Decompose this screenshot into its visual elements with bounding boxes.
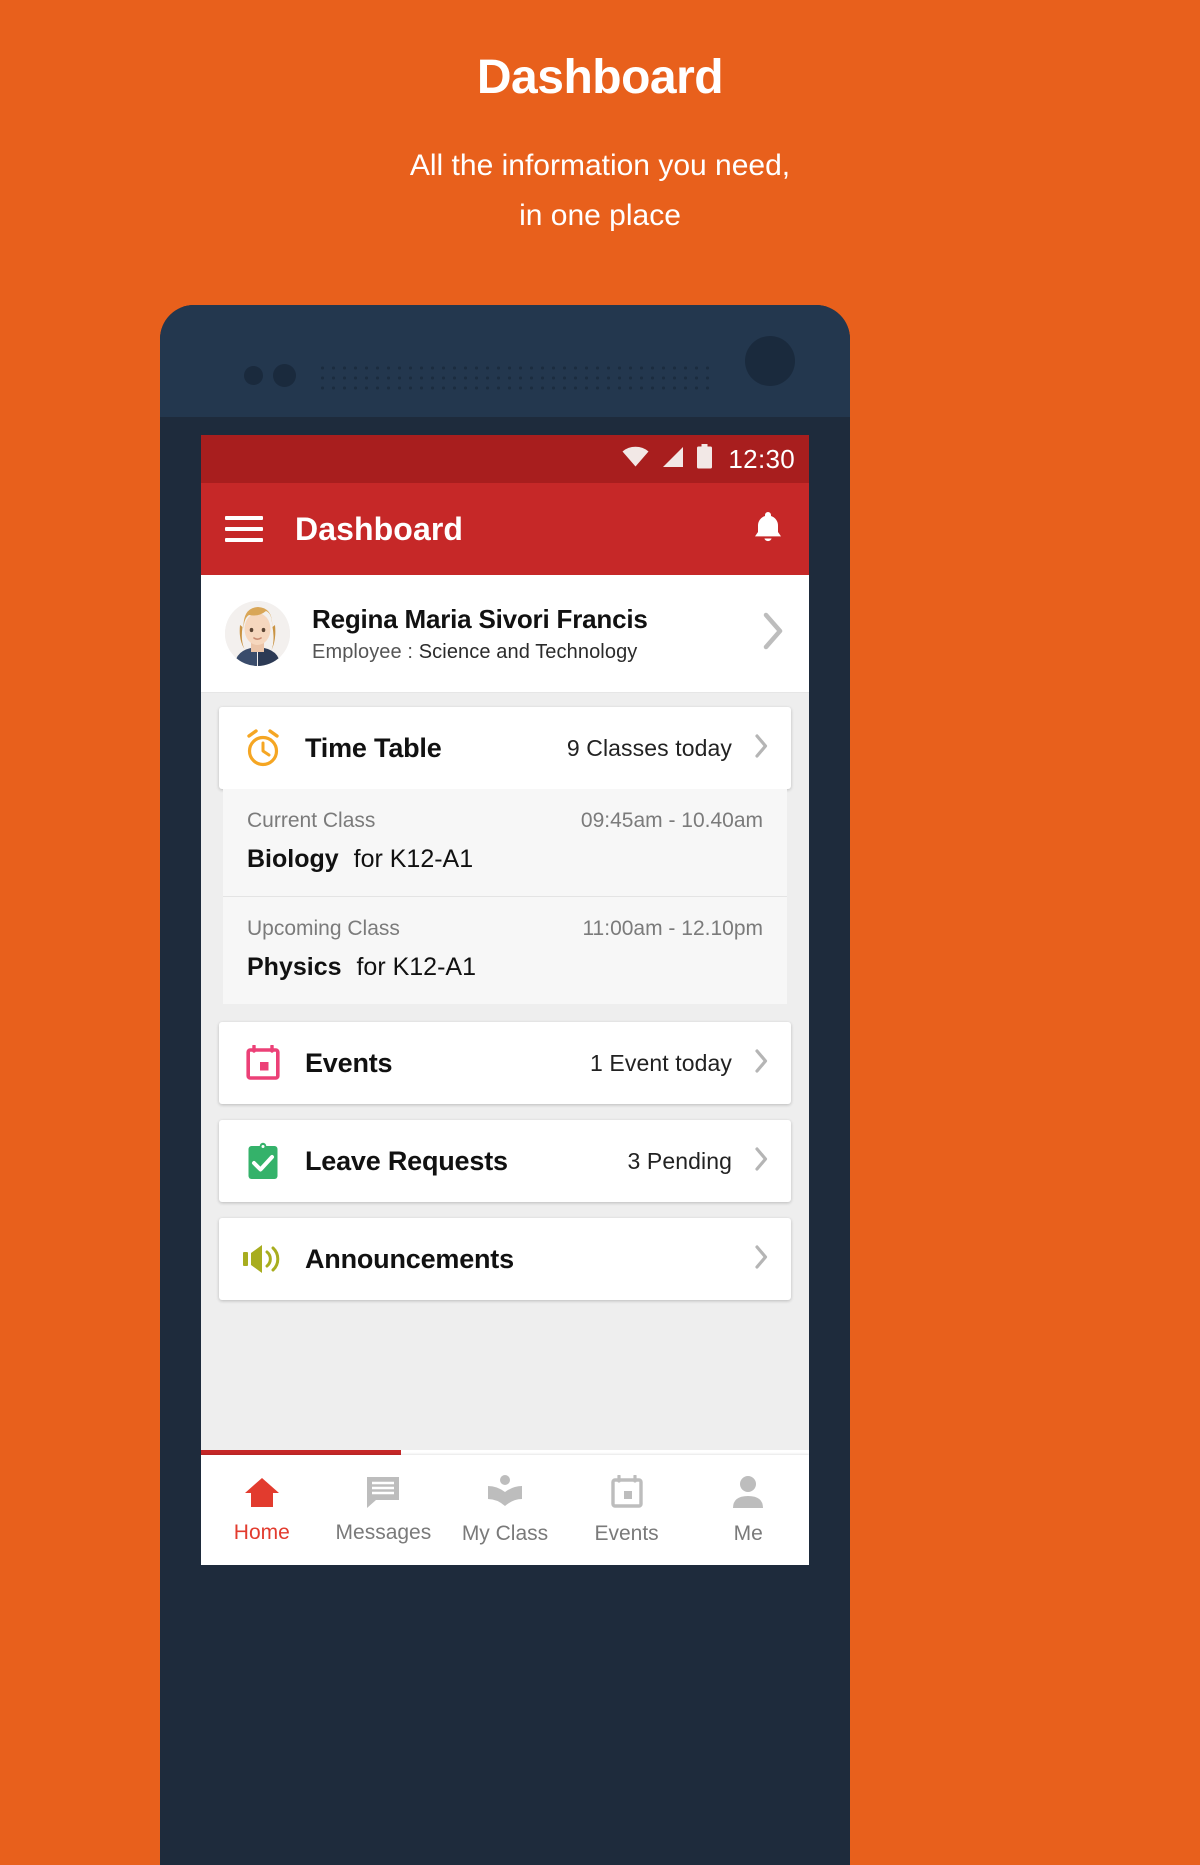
calendar-icon — [610, 1473, 643, 1514]
profile-department: Science and Technology — [418, 641, 638, 664]
promo-subtitle-line-2: in one place — [519, 199, 681, 233]
nav-item-messages[interactable]: Messages — [323, 1455, 445, 1565]
front-camera-small-icon — [273, 364, 296, 387]
card-leave-requests[interactable]: Leave Requests 3 Pending — [219, 1120, 791, 1202]
app-bar-title: Dashboard — [295, 510, 464, 547]
profile-role: Employee : Science and Technology — [312, 641, 753, 664]
bell-icon[interactable] — [751, 509, 785, 550]
profile-name: Regina Maria Sivori Francis — [312, 603, 648, 634]
nav-item-home-label: Home — [233, 1520, 290, 1544]
promo-title: Dashboard — [476, 51, 724, 104]
profile-role-label: Employee : — [312, 641, 414, 664]
card-leave-requests-label: Leave Requests — [305, 1145, 508, 1176]
promo-header: Dashboard All the information you need, … — [0, 0, 1200, 242]
megaphone-icon — [241, 1243, 285, 1275]
timetable-class: for K12-A1 — [353, 845, 474, 873]
message-icon — [366, 1476, 400, 1513]
nav-item-home[interactable]: Home — [201, 1455, 323, 1565]
timetable-time: 11:00am - 12.10pm — [582, 917, 763, 940]
clipboard-check-icon — [241, 1142, 285, 1180]
app-bar: Dashboard — [201, 483, 809, 575]
avatar — [225, 601, 290, 666]
hamburger-menu-icon[interactable] — [225, 516, 263, 542]
timetable-subject: Physics — [247, 953, 342, 981]
status-bar: 12:30 — [201, 435, 809, 483]
timetable-row-header: Current Class 09:45am - 10.40am — [247, 809, 763, 833]
phone-mockup: 12:30 Dashboard Regina Maria Sivori Fran… — [160, 305, 850, 1865]
speaker-grille — [317, 363, 712, 393]
battery-icon — [696, 444, 713, 474]
person-icon — [732, 1475, 764, 1514]
card-announcements-label: Announcements — [305, 1243, 514, 1274]
card-events-meta: 1 Event today — [590, 1049, 732, 1076]
nav-item-events-label: Events — [594, 1521, 659, 1545]
card-events[interactable]: Events 1 Event today — [219, 1022, 791, 1104]
bottom-navigation: Home Messages My Class Events Me — [201, 1450, 809, 1565]
timetable-time: 09:45am - 10.40am — [580, 809, 763, 832]
book-icon — [487, 1474, 523, 1514]
chevron-right-icon[interactable] — [754, 1146, 769, 1177]
nav-item-messages-label: Messages — [335, 1520, 432, 1544]
chevron-right-icon[interactable] — [754, 733, 769, 764]
nav-item-events[interactable]: Events — [566, 1455, 688, 1565]
card-time-table-label: Time Table — [305, 732, 442, 763]
front-camera-icon — [745, 336, 795, 386]
timetable-detail-panel: Current Class 09:45am - 10.40am Biology … — [223, 789, 787, 1004]
nav-item-my-class[interactable]: My Class — [444, 1455, 566, 1565]
phone-top-bezel — [160, 305, 850, 417]
nav-item-me[interactable]: Me — [687, 1455, 809, 1565]
status-bar-time: 12:30 — [728, 443, 795, 474]
promo-subtitle: All the information you need, in one pla… — [0, 141, 1200, 242]
card-time-table-meta: 9 Classes today — [566, 734, 732, 761]
card-leave-requests-meta: 3 Pending — [627, 1147, 732, 1174]
profile-row[interactable]: Regina Maria Sivori Francis Employee : S… — [201, 575, 809, 693]
chevron-right-icon[interactable] — [763, 612, 785, 655]
nav-item-me-label: Me — [733, 1521, 763, 1545]
wifi-icon — [622, 446, 649, 472]
timetable-subject: Biology — [247, 845, 339, 873]
sensor-icon — [244, 366, 263, 385]
signal-icon — [660, 446, 685, 473]
timetable-row-upcoming[interactable]: Upcoming Class 11:00am - 12.10pm Physics… — [223, 896, 787, 1004]
nav-item-my-class-label: My Class — [461, 1521, 549, 1545]
card-time-table[interactable]: Time Table 9 Classes today — [219, 707, 791, 789]
calendar-icon — [241, 1045, 285, 1081]
timetable-subject-line: Physics for K12-A1 — [247, 953, 763, 982]
card-events-label: Events — [305, 1047, 393, 1078]
profile-text: Regina Maria Sivori Francis Employee : S… — [312, 603, 753, 665]
timetable-kind: Upcoming Class — [247, 917, 400, 940]
timetable-class: for K12-A1 — [356, 953, 476, 981]
timetable-row-current[interactable]: Current Class 09:45am - 10.40am Biology … — [223, 789, 787, 896]
timetable-row-header: Upcoming Class 11:00am - 12.10pm — [247, 917, 763, 941]
card-announcements[interactable]: Announcements — [219, 1218, 791, 1300]
promo-subtitle-line-1: All the information you need, — [409, 148, 791, 182]
home-icon — [244, 1476, 280, 1513]
chevron-right-icon[interactable] — [754, 1048, 769, 1079]
dashboard-content: Time Table 9 Classes today Current Class… — [201, 693, 809, 1450]
timetable-subject-line: Biology for K12-A1 — [247, 845, 763, 874]
timetable-kind: Current Class — [247, 809, 376, 832]
phone-screen: 12:30 Dashboard Regina Maria Sivori Fran… — [201, 435, 809, 1565]
chevron-right-icon[interactable] — [754, 1244, 769, 1275]
alarm-clock-icon — [241, 729, 285, 767]
